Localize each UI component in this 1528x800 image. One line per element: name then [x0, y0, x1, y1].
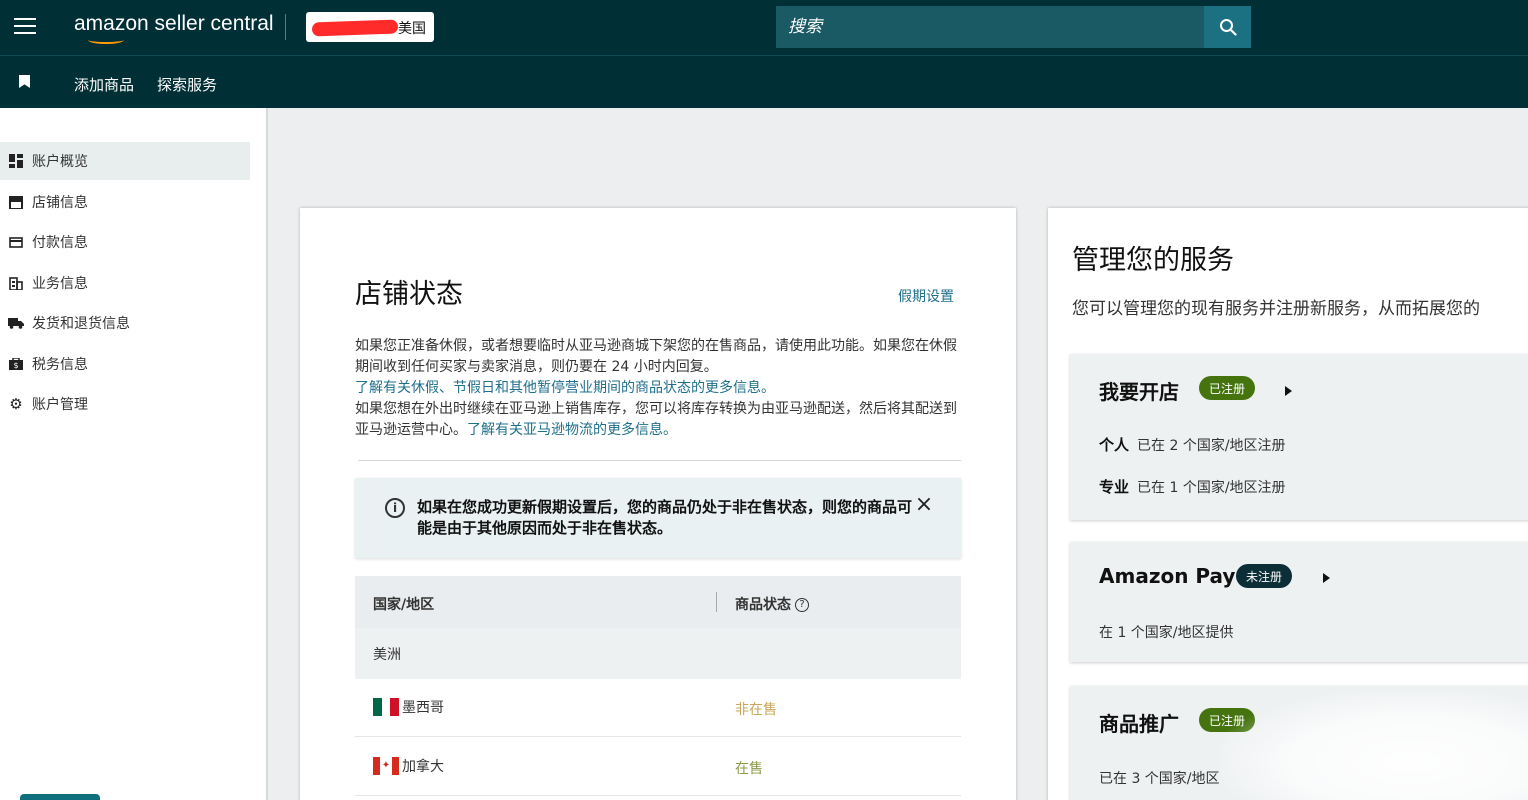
- gear-icon: ⚙: [9, 395, 23, 413]
- nav-explore-services[interactable]: 探索服务: [157, 74, 217, 95]
- manage-services-title: 管理您的服务: [1072, 245, 1234, 276]
- learn-more-vacation-link[interactable]: 了解有关休假、节假日和其他暂停营业期间的商品状态的更多信息。: [355, 380, 775, 396]
- table-header: 国家/地区 商品状态?: [355, 576, 961, 628]
- service-title: Amazon Pay: [1099, 564, 1236, 588]
- search-input[interactable]: [776, 6, 1204, 48]
- sidebar-bottom-button[interactable]: [20, 794, 100, 800]
- logo-smile-icon: [88, 36, 124, 44]
- sidebar-item-label: 账户管理: [32, 397, 88, 413]
- redaction-mark: [311, 19, 399, 37]
- truck-icon: [8, 316, 24, 330]
- store-icon: [8, 195, 24, 209]
- sidebar-item-shipping-returns[interactable]: 发货和退货信息: [0, 304, 250, 342]
- service-card-selling[interactable]: 我要开店 已注册 个人 已在 2 个国家/地区注册 专业 已在 1 个国家/地区注册: [1070, 354, 1528, 520]
- svg-text:$: $: [13, 361, 18, 370]
- detail-text: 已在 3 个国家/地区: [1099, 771, 1220, 787]
- top-bar: amazon seller central 美国: [0, 0, 1528, 56]
- table-row: ✦ 加拿大 在售: [355, 738, 961, 796]
- service-title: 我要开店: [1099, 380, 1179, 404]
- sidebar-item-label: 税务信息: [32, 357, 88, 373]
- country-name: 墨西哥: [402, 700, 444, 716]
- table-row: 墨西哥 非在售: [355, 679, 961, 737]
- sidebar-item-payment-info[interactable]: 付款信息: [0, 223, 250, 261]
- vacation-description: 如果您正准备休假，或者想要临时从亚马逊商城下架您的在售商品，请使用此功能。如果您…: [355, 338, 957, 375]
- info-alert: i 如果在您成功更新假期设置后，您的商品仍处于非在售状态，则您的商品可能是由于其…: [355, 478, 961, 558]
- column-header-country: 国家/地区: [373, 597, 435, 613]
- tax-icon: $: [8, 357, 24, 371]
- sidebar-item-label: 账户概览: [32, 154, 88, 170]
- caret-right-icon[interactable]: [1323, 573, 1330, 583]
- service-detail-line: 专业 已在 1 个国家/地区注册: [1099, 476, 1286, 497]
- store-status-card: 店铺状态 假期设置 如果您正准备休假，或者想要临时从亚马逊商城下架您的在售商品，…: [300, 208, 1016, 800]
- canada-flag-icon: ✦: [373, 757, 399, 775]
- sidebar-item-store-info[interactable]: 店铺信息: [0, 183, 250, 221]
- store-status-title: 店铺状态: [355, 279, 463, 310]
- detail-text: 已在 1 个国家/地区注册: [1137, 480, 1286, 496]
- country-cell: 墨西哥: [373, 697, 444, 717]
- vacation-settings-link[interactable]: 假期设置: [898, 286, 954, 306]
- listing-status: 在售: [735, 761, 763, 777]
- dashboard-icon: [8, 154, 24, 168]
- country-cell: ✦ 加拿大: [373, 756, 444, 776]
- close-icon[interactable]: ×: [913, 494, 935, 516]
- listing-status: 非在售: [735, 702, 777, 718]
- column-header-status-label: 商品状态: [735, 597, 791, 613]
- search-button[interactable]: [1204, 6, 1251, 48]
- sidebar-item-tax-info[interactable]: $ 税务信息: [0, 345, 250, 383]
- credit-card-icon: [8, 235, 24, 249]
- service-detail-line: 已在 3 个国家/地区: [1099, 768, 1220, 788]
- status-badge: 未注册: [1236, 564, 1293, 588]
- sidebar-item-label: 店铺信息: [32, 195, 88, 211]
- country-name: 加拿大: [402, 759, 444, 775]
- marketplace-label: 美国: [398, 21, 426, 37]
- service-detail-line: 个人 已在 2 个国家/地区注册: [1099, 434, 1286, 455]
- sidebar-item-label: 业务信息: [32, 276, 88, 292]
- detail-label: 专业: [1099, 478, 1130, 496]
- manage-services-subtitle: 您可以管理您的现有服务并注册新服务，从而拓展您的: [1072, 299, 1480, 319]
- info-icon: i: [385, 498, 405, 518]
- alert-message: 如果在您成功更新假期设置后，您的商品仍处于非在售状态，则您的商品可能是由于其他原…: [417, 498, 913, 537]
- service-card-amazon-pay[interactable]: Amazon Pay 未注册 在 1 个国家/地区提供: [1070, 542, 1528, 662]
- store-status-description: 如果您正准备休假，或者想要临时从亚马逊商城下架您的在售商品，请使用此功能。如果您…: [355, 336, 965, 441]
- sidebar-item-account-management[interactable]: ⚙ 账户管理: [0, 385, 250, 423]
- sidebar-item-label: 发货和退货信息: [32, 316, 130, 332]
- marketplace-selector[interactable]: 美国: [306, 12, 434, 42]
- mexico-flag-icon: [373, 698, 400, 716]
- detail-text: 已在 2 个国家/地区注册: [1137, 438, 1286, 454]
- column-separator: [716, 592, 717, 612]
- hamburger-menu-icon[interactable]: [14, 18, 36, 36]
- caret-right-icon[interactable]: [1285, 386, 1292, 396]
- column-header-status: 商品状态?: [735, 594, 809, 614]
- header-divider: [285, 14, 286, 40]
- detail-label: 个人: [1099, 436, 1130, 454]
- nav-add-product[interactable]: 添加商品: [74, 74, 134, 95]
- sidebar-item-business-info[interactable]: 业务信息: [0, 264, 250, 302]
- secondary-nav: 添加商品 探索服务: [0, 56, 1528, 108]
- logo-text: amazon seller central: [74, 12, 274, 35]
- status-badge: 已注册: [1199, 376, 1256, 400]
- sidebar: 账户概览 店铺信息 付款信息 业务信息 发货和退货信息 $ 税务信息 ⚙ 账户管…: [0, 108, 268, 800]
- detail-text: 在 1 个国家/地区提供: [1099, 625, 1234, 641]
- amazon-seller-central-logo[interactable]: amazon seller central: [74, 12, 274, 44]
- search-icon: [1219, 19, 1237, 36]
- section-divider: [358, 460, 961, 461]
- service-title: 商品推广: [1099, 712, 1179, 736]
- sidebar-item-account-overview[interactable]: 账户概览: [0, 142, 250, 180]
- service-detail-line: 在 1 个国家/地区提供: [1099, 622, 1234, 642]
- help-icon[interactable]: ?: [795, 598, 809, 612]
- learn-more-fba-link[interactable]: 了解有关亚马逊物流的更多信息。: [467, 422, 677, 438]
- sidebar-item-label: 付款信息: [32, 235, 88, 251]
- region-row: 美洲: [355, 628, 961, 679]
- image-glare-overlay: [1220, 690, 1528, 800]
- bookmark-icon[interactable]: [19, 75, 30, 88]
- building-icon: [8, 276, 24, 290]
- marketplace-status-table: 国家/地区 商品状态? 美洲 墨西哥 非在售 ✦ 加拿大 在售: [355, 576, 961, 800]
